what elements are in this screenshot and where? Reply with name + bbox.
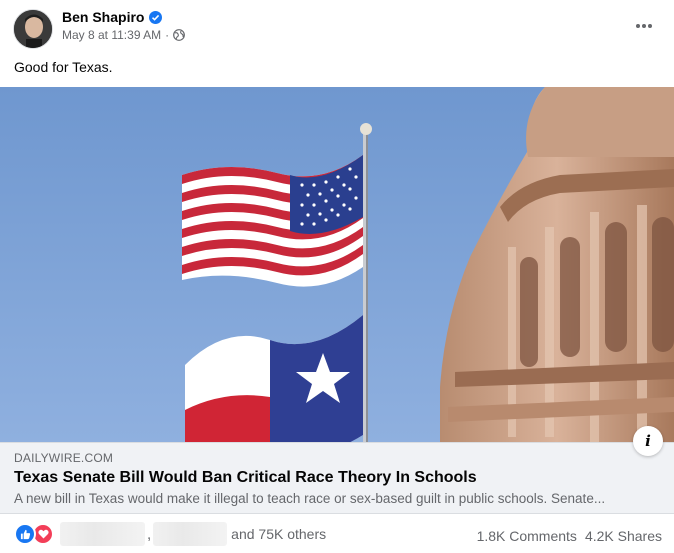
meta-separator: · (165, 28, 170, 42)
author-avatar[interactable] (13, 9, 53, 49)
texas-capitol-flags-image (0, 87, 674, 442)
reactions-summary[interactable]: , and 75K others (14, 522, 326, 546)
link-preview-image[interactable] (0, 87, 674, 442)
blurred-reactor-name (153, 522, 228, 546)
ellipsis-icon (636, 24, 652, 28)
link-headline[interactable]: Texas Senate Bill Would Ban Critical Rac… (14, 469, 477, 487)
engagement-counts: 1.8K Comments 4.2K Shares (477, 528, 662, 544)
author-row: Ben Shapiro (62, 9, 163, 25)
post-caption: Good for Texas. (14, 59, 113, 75)
comments-count[interactable]: 1.8K Comments (477, 528, 577, 544)
link-preview[interactable]: DAILYWIRE.COM Texas Senate Bill Would Ba… (0, 442, 674, 514)
reactor-separator: , (147, 525, 152, 543)
shares-count[interactable]: 4.2K Shares (585, 528, 662, 544)
post-timestamp[interactable]: May 8 at 11:39 AM (62, 28, 161, 42)
link-description: A new bill in Texas would make it illega… (14, 491, 606, 506)
globe-icon[interactable] (173, 29, 186, 41)
like-icon (14, 523, 36, 545)
author-name[interactable]: Ben Shapiro (62, 9, 144, 25)
verified-badge-icon (149, 10, 163, 24)
reactions-others-count[interactable]: and 75K others (231, 526, 326, 542)
post-meta: May 8 at 11:39 AM · (62, 28, 186, 42)
facebook-post: Ben Shapiro May 8 at 11:39 AM · Good for… (0, 0, 674, 553)
blurred-reactor-name (60, 522, 145, 546)
link-domain: DAILYWIRE.COM (14, 451, 114, 465)
more-options-button[interactable] (628, 14, 660, 38)
info-icon[interactable]: i (633, 426, 663, 456)
